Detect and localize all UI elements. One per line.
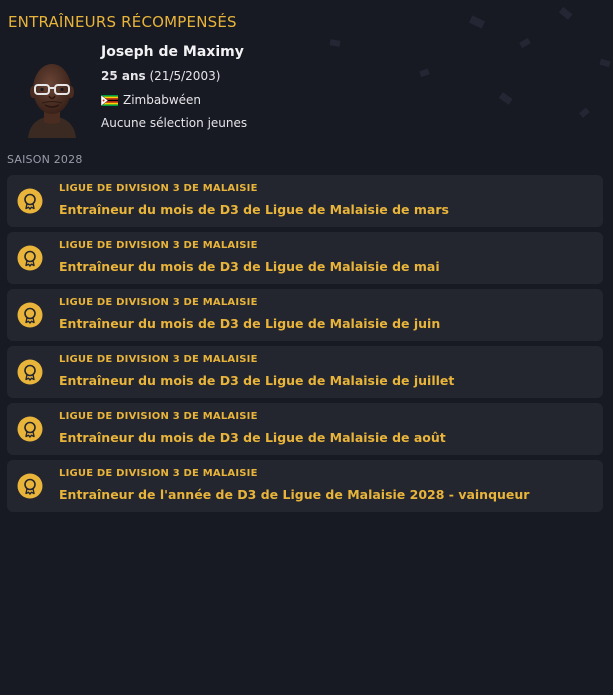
award-item[interactable]: LIGUE DE DIVISION 3 DE MALAISIE Entraîne… [7,346,603,398]
award-name[interactable]: Entraîneur du mois de D3 de Ligue de Mal… [59,430,446,445]
coach-youth-caps: Aucune sélection jeunes [101,116,248,130]
awards-list: LIGUE DE DIVISION 3 DE MALAISIE Entraîne… [7,175,603,517]
award-name[interactable]: Entraîneur du mois de D3 de Ligue de Mal… [59,373,454,388]
award-competition: LIGUE DE DIVISION 3 DE MALAISIE [59,411,258,422]
coach-birthdate: (21/5/2003) [149,69,221,83]
zimbabwe-flag-icon [101,94,118,106]
award-item[interactable]: LIGUE DE DIVISION 3 DE MALAISIE Entraîne… [7,403,603,455]
award-item[interactable]: LIGUE DE DIVISION 3 DE MALAISIE Entraîne… [7,232,603,284]
award-competition: LIGUE DE DIVISION 3 DE MALAISIE [59,297,258,308]
award-name[interactable]: Entraîneur du mois de D3 de Ligue de Mal… [59,259,440,274]
medal-icon [17,473,43,499]
award-item[interactable]: LIGUE DE DIVISION 3 DE MALAISIE Entraîne… [7,460,603,512]
award-competition: LIGUE DE DIVISION 3 DE MALAISIE [59,183,258,194]
coach-age: 25 ans [101,69,146,83]
medal-icon [17,302,43,328]
award-name[interactable]: Entraîneur du mois de D3 de Ligue de Mal… [59,202,449,217]
medal-icon [17,416,43,442]
medal-icon [17,245,43,271]
coach-age-line: 25 ans (21/5/2003) [101,69,220,83]
medal-icon [17,188,43,214]
panel-title: ENTRAÎNEURS RÉCOMPENSÉS [8,13,237,31]
award-item[interactable]: LIGUE DE DIVISION 3 DE MALAISIE Entraîne… [7,289,603,341]
coach-name[interactable]: Joseph de Maximy [101,44,244,60]
award-name[interactable]: Entraîneur de l'année de D3 de Ligue de … [59,487,529,502]
coach-nationality-line: Zimbabwéen [101,93,201,107]
award-competition: LIGUE DE DIVISION 3 DE MALAISIE [59,468,258,479]
award-name[interactable]: Entraîneur du mois de D3 de Ligue de Mal… [59,316,440,331]
coach-avatar[interactable] [22,56,82,138]
coach-profile: Joseph de Maximy 25 ans (21/5/2003) Zimb… [0,40,613,150]
award-competition: LIGUE DE DIVISION 3 DE MALAISIE [59,354,258,365]
award-competition: LIGUE DE DIVISION 3 DE MALAISIE [59,240,258,251]
coach-nationality: Zimbabwéen [123,93,202,107]
medal-icon [17,359,43,385]
season-label: SAISON 2028 [7,153,83,166]
award-item[interactable]: LIGUE DE DIVISION 3 DE MALAISIE Entraîne… [7,175,603,227]
